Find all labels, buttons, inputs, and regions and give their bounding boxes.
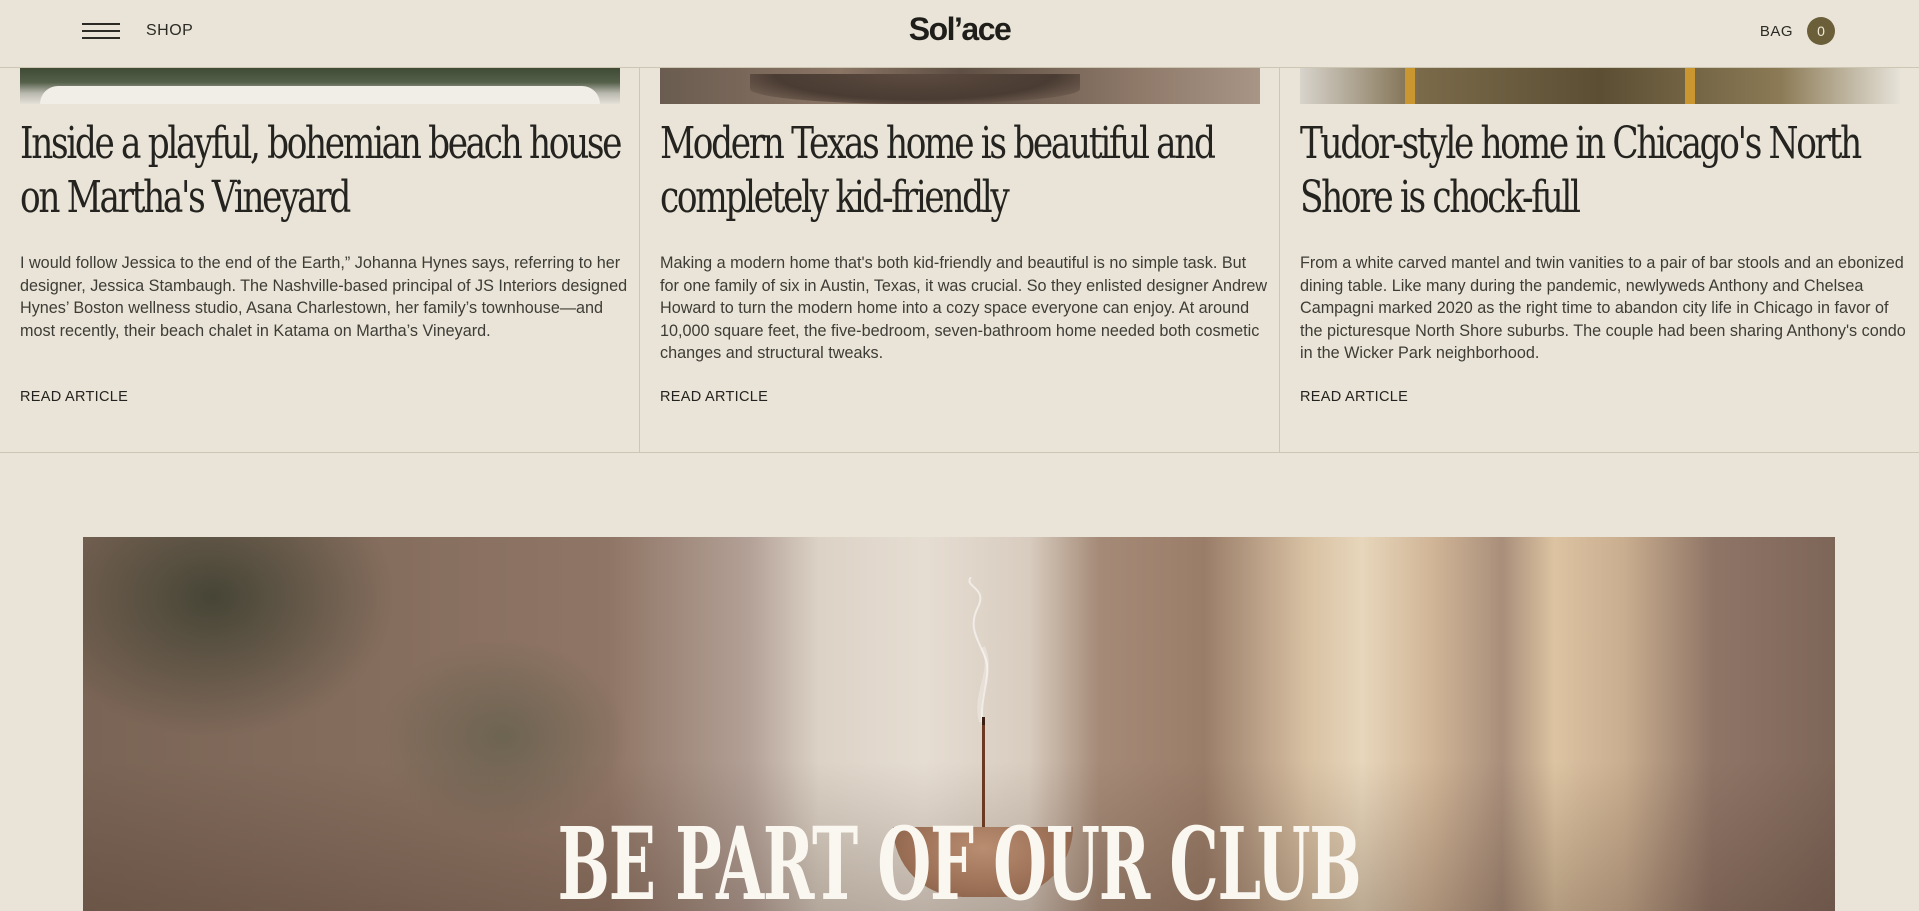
article-card: Tudor-style home in Chicago's North Shor… xyxy=(1280,68,1919,453)
article-image[interactable] xyxy=(20,68,620,104)
club-banner: BE PART OF OUR CLUB xyxy=(83,537,1835,911)
site-header: SHOP Sol’ace BAG 0 xyxy=(0,0,1919,68)
bag-label: BAG xyxy=(1759,22,1793,40)
article-excerpt: From a white carved mantel and twin vani… xyxy=(1300,254,1906,362)
article-title[interactable]: Inside a playful, bohemian beach house o… xyxy=(20,117,622,225)
article-title[interactable]: Modern Texas home is beautiful and compl… xyxy=(660,117,1261,225)
menu-line xyxy=(82,37,120,39)
menu-line xyxy=(82,30,120,32)
read-article-link[interactable]: READ ARTICLE xyxy=(20,389,128,405)
article-excerpt: I would follow Jessica to the end of the… xyxy=(20,254,628,340)
menu-icon[interactable] xyxy=(82,22,120,40)
site-logo[interactable]: Sol’ace xyxy=(909,11,1012,47)
article-title[interactable]: Tudor-style home in Chicago's North Shor… xyxy=(1300,117,1901,225)
article-excerpt: Making a modern home that's both kid-fri… xyxy=(660,254,1268,362)
incense-smoke xyxy=(968,577,989,727)
club-title: BE PART OF OUR CLUB xyxy=(557,805,1362,911)
article-image[interactable] xyxy=(660,68,1260,104)
article-card: Modern Texas home is beautiful and compl… xyxy=(640,68,1280,453)
read-article-link[interactable]: READ ARTICLE xyxy=(660,389,768,405)
incense-tip xyxy=(982,717,985,725)
shop-link[interactable]: SHOP xyxy=(146,22,193,40)
article-card: Inside a playful, bohemian beach house o… xyxy=(0,68,640,453)
bag-button[interactable]: BAG 0 xyxy=(1760,17,1835,45)
article-image[interactable] xyxy=(1300,68,1900,104)
article-grid: Inside a playful, bohemian beach house o… xyxy=(0,68,1919,453)
read-article-link[interactable]: READ ARTICLE xyxy=(1300,389,1408,405)
menu-line xyxy=(82,23,120,25)
bag-count-badge: 0 xyxy=(1807,17,1835,45)
logo-wrapper: Sol’ace xyxy=(0,11,1919,48)
